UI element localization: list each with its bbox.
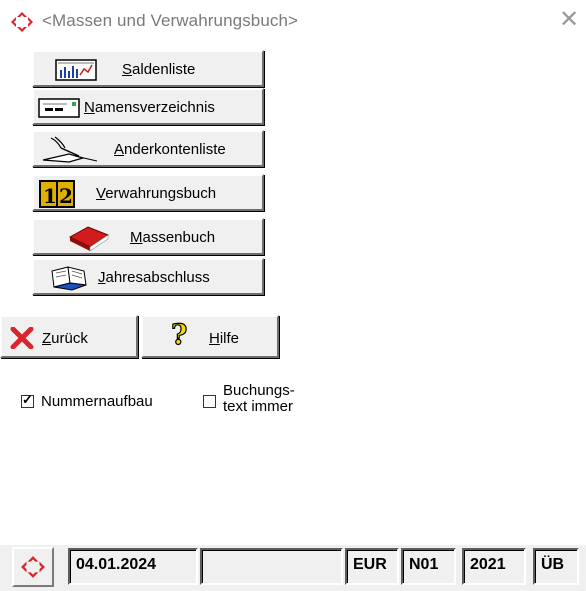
title-bar: <Massen und Verwahrungsbuch> ✕ (0, 0, 586, 44)
jahresabschluss-button[interactable]: Jahresabschluss (32, 258, 264, 295)
status-flag: ÜB (533, 548, 579, 585)
svg-text:1: 1 (43, 184, 57, 208)
status-date: 04.01.2024 (68, 548, 198, 585)
massenbuch-button[interactable]: Massenbuch (32, 218, 264, 255)
app-logo-icon (21, 556, 45, 578)
open-book-icon (51, 266, 87, 291)
checkmark-icon: ✓ (22, 392, 33, 407)
anderkontenliste-label: Anderkontenliste (114, 141, 226, 158)
nummernaufbau-checkbox[interactable]: ✓ (21, 392, 34, 408)
status-logo-box[interactable] (12, 547, 54, 587)
buchungstext-line1: Buchungs- (223, 382, 295, 399)
verwahrungsbuch-label: Verwahrungsbuch (96, 185, 217, 202)
app-logo-icon (11, 12, 33, 32)
saldenliste-button[interactable]: Saldenliste (32, 50, 264, 87)
namensverzeichnis-label: Namensverzeichnis (84, 99, 215, 116)
close-icon[interactable]: ✕ (558, 8, 580, 32)
back-button[interactable]: Zurück (0, 315, 138, 358)
buchungstext-checkbox[interactable] (203, 395, 216, 408)
saldenliste-label: Saldenliste (122, 61, 196, 78)
back-label: Zurück (42, 330, 88, 347)
ledger-12-icon: 1 2 (39, 180, 75, 208)
help-button[interactable]: ? Hilfe (141, 315, 279, 358)
svg-text:2: 2 (59, 184, 73, 208)
red-book-icon (68, 226, 110, 252)
verwahrungsbuch-button[interactable]: 1 2 Verwahrungsbuch (32, 174, 264, 211)
card-icon (38, 98, 80, 118)
red-x-icon (10, 327, 34, 349)
status-bar: 04.01.2024 EUR N01 2021 ÜB (0, 545, 586, 591)
massenbuch-label: Massenbuch (130, 229, 216, 246)
jahresabschluss-label: Jahresabschluss (98, 269, 210, 286)
nummernaufbau-label: Nummernaufbau (41, 393, 153, 410)
chart-icon (55, 59, 97, 81)
namensverzeichnis-button[interactable]: Namensverzeichnis (32, 88, 264, 125)
status-year: 2021 (462, 548, 526, 585)
question-mark-icon: ? (170, 320, 188, 350)
status-empty-field (200, 548, 343, 585)
status-code: N01 (401, 548, 456, 585)
window-title: <Massen und Verwahrungsbuch> (42, 11, 299, 30)
anderkontenliste-button[interactable]: Anderkontenliste (32, 130, 264, 167)
svg-text:?: ? (171, 320, 187, 350)
status-currency: EUR (345, 548, 399, 585)
help-label: Hilfe (209, 330, 240, 347)
buchungstext-line2: text immer (223, 398, 294, 415)
hand-pen-icon (42, 136, 98, 163)
buchungstext-label: Buchungs- text immer (223, 383, 295, 415)
